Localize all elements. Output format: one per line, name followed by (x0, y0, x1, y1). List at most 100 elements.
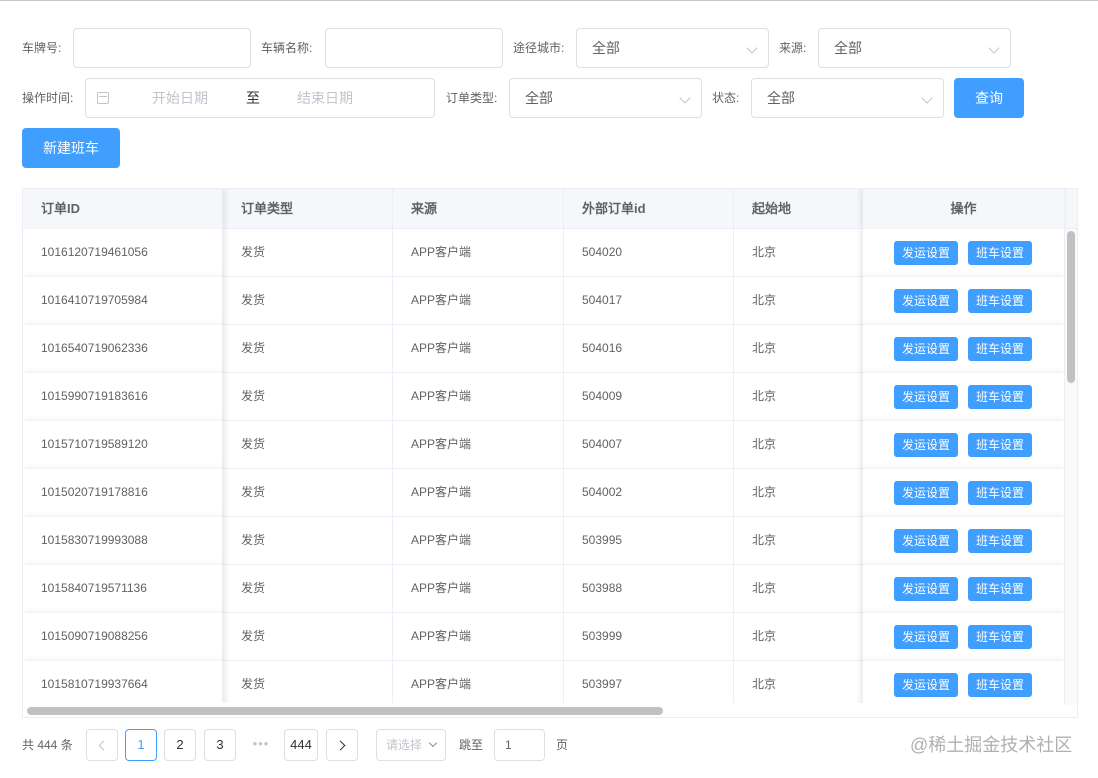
bus-settings-button[interactable]: 班车设置 (968, 337, 1032, 361)
cell-order-id: 1015020719178816 (23, 469, 223, 517)
cell-ext-id: 503988 (564, 565, 734, 613)
via-city-select[interactable]: 全部 (576, 28, 769, 68)
pager-ellipsis[interactable]: ••• (246, 729, 276, 759)
query-button[interactable]: 查询 (954, 78, 1024, 118)
cell-origin: 北京 (734, 469, 864, 517)
ship-settings-button[interactable]: 发运设置 (894, 385, 958, 409)
plate-input[interactable] (73, 28, 251, 68)
cell-ext-id: 504002 (564, 469, 734, 517)
cell-actions: 发运设置 班车设置 (863, 661, 1065, 703)
date-range-picker[interactable]: 开始日期 至 结束日期 (85, 78, 435, 118)
table-row: APP客户端 503995 北京 发货 1015830719993088 发运设置 班车设置 (23, 517, 1065, 565)
page-3-button[interactable]: 3 (204, 729, 236, 761)
ship-settings-button[interactable]: 发运设置 (894, 433, 958, 457)
jump-label: 跳至 (459, 738, 484, 752)
cell-origin: 北京 (734, 325, 864, 373)
start-date-input[interactable]: 开始日期 (152, 79, 208, 117)
cell-order-type: 发货 (223, 325, 393, 373)
source-label: 来源: (779, 41, 807, 55)
cell-origin: 北京 (734, 277, 864, 325)
prev-page-button[interactable] (86, 729, 118, 761)
page-1-button[interactable]: 1 (125, 729, 157, 761)
end-date-input[interactable]: 结束日期 (297, 79, 353, 117)
table-body: APP客户端 504020 北京 发货 1016120719461056 发运设置 班车设置… (23, 229, 1065, 703)
cell-ext-id: 504016 (564, 325, 734, 373)
table-row: APP客户端 503997 北京 发货 1015810719937664 发运设置 班车设置 (23, 661, 1065, 703)
status-select[interactable]: 全部 (751, 78, 944, 118)
cell-order-id: 1015090719088256 (23, 613, 223, 661)
table-row: APP客户端 504007 北京 发货 1015710719589120 发运设置 班车设置 (23, 421, 1065, 469)
bus-settings-button[interactable]: 班车设置 (968, 625, 1032, 649)
cell-source: APP客户端 (393, 661, 564, 703)
table-row: APP客户端 503988 北京 发货 1015840719571136 发运设置 班车设置 (23, 565, 1065, 613)
cell-actions: 发运设置 班车设置 (863, 373, 1065, 421)
table-header: 来源 外部订单id 起始地 订单类型 订单ID 操作 (23, 189, 1077, 229)
cell-origin: 北京 (734, 517, 864, 565)
cell-order-type: 发货 (223, 229, 393, 277)
cell-origin: 北京 (734, 373, 864, 421)
cell-order-id: 1016410719705984 (23, 277, 223, 325)
table-row: APP客户端 504020 北京 发货 1016120719461056 发运设置 班车设置 (23, 229, 1065, 277)
cell-order-id: 1015990719183616 (23, 373, 223, 421)
op-time-label: 操作时间: (22, 91, 74, 105)
col-header-source: 来源 (393, 189, 564, 229)
bus-settings-button[interactable]: 班车设置 (968, 673, 1032, 697)
table-row: APP客户端 504016 北京 发货 1016540719062336 发运设置 班车设置 (23, 325, 1065, 373)
ship-settings-button[interactable]: 发运设置 (894, 625, 958, 649)
ship-settings-button[interactable]: 发运设置 (894, 337, 958, 361)
vehicle-name-input[interactable] (325, 28, 503, 68)
page-size-select[interactable]: 请选择 (376, 729, 446, 761)
ship-settings-button[interactable]: 发运设置 (894, 241, 958, 265)
cell-origin: 北京 (734, 613, 864, 661)
total-count: 共 444 条 (22, 738, 73, 752)
page-2-button[interactable]: 2 (164, 729, 196, 761)
page-last-button[interactable]: 444 (284, 729, 318, 761)
bus-settings-button[interactable]: 班车设置 (968, 289, 1032, 313)
col-header-actions: 操作 (863, 189, 1065, 229)
cell-ext-id: 504020 (564, 229, 734, 277)
bus-settings-button[interactable]: 班车设置 (968, 385, 1032, 409)
cell-order-type: 发货 (223, 373, 393, 421)
cell-actions: 发运设置 班车设置 (863, 613, 1065, 661)
ship-settings-button[interactable]: 发运设置 (894, 289, 958, 313)
cell-origin: 北京 (734, 229, 864, 277)
cell-ext-id: 503999 (564, 613, 734, 661)
bus-settings-button[interactable]: 班车设置 (968, 433, 1032, 457)
jump-page-input[interactable]: 1 (494, 729, 545, 761)
table-row: APP客户端 503999 北京 发货 1015090719088256 发运设置 班车设置 (23, 613, 1065, 661)
bus-settings-button[interactable]: 班车设置 (968, 529, 1032, 553)
watermark-text: @稀土掘金技术社区 (910, 735, 1073, 755)
cell-source: APP客户端 (393, 277, 564, 325)
plate-label: 车牌号: (22, 41, 62, 55)
cell-order-type: 发货 (223, 517, 393, 565)
cell-order-type: 发货 (223, 613, 393, 661)
status-value: 全部 (767, 90, 795, 106)
col-header-origin: 起始地 (734, 189, 864, 229)
vertical-scrollbar[interactable] (1067, 231, 1075, 383)
vehicle-name-label: 车辆名称: (261, 41, 313, 55)
ship-settings-button[interactable]: 发运设置 (894, 673, 958, 697)
bus-settings-button[interactable]: 班车设置 (968, 241, 1032, 265)
order-type-value: 全部 (525, 90, 553, 106)
col-header-order-id: 订单ID (23, 189, 223, 229)
cell-ext-id: 503997 (564, 661, 734, 703)
cell-order-id: 1015710719589120 (23, 421, 223, 469)
ship-settings-button[interactable]: 发运设置 (894, 481, 958, 505)
chevron-down-icon (746, 42, 758, 54)
source-select[interactable]: 全部 (818, 28, 1011, 68)
table-row: APP客户端 504009 北京 发货 1015990719183616 发运设置 班车设置 (23, 373, 1065, 421)
order-type-select[interactable]: 全部 (509, 78, 702, 118)
bus-settings-button[interactable]: 班车设置 (968, 481, 1032, 505)
order-type-label: 订单类型: (446, 91, 498, 105)
chevron-down-icon (988, 42, 1000, 54)
cell-source: APP客户端 (393, 613, 564, 661)
via-city-value: 全部 (592, 40, 620, 56)
new-bus-button[interactable]: 新建班车 (22, 128, 120, 168)
ship-settings-button[interactable]: 发运设置 (894, 577, 958, 601)
next-page-button[interactable] (326, 729, 358, 761)
cell-origin: 北京 (734, 565, 864, 613)
ship-settings-button[interactable]: 发运设置 (894, 529, 958, 553)
bus-settings-button[interactable]: 班车设置 (968, 577, 1032, 601)
horizontal-scrollbar[interactable] (27, 707, 663, 715)
cell-order-type: 发货 (223, 469, 393, 517)
